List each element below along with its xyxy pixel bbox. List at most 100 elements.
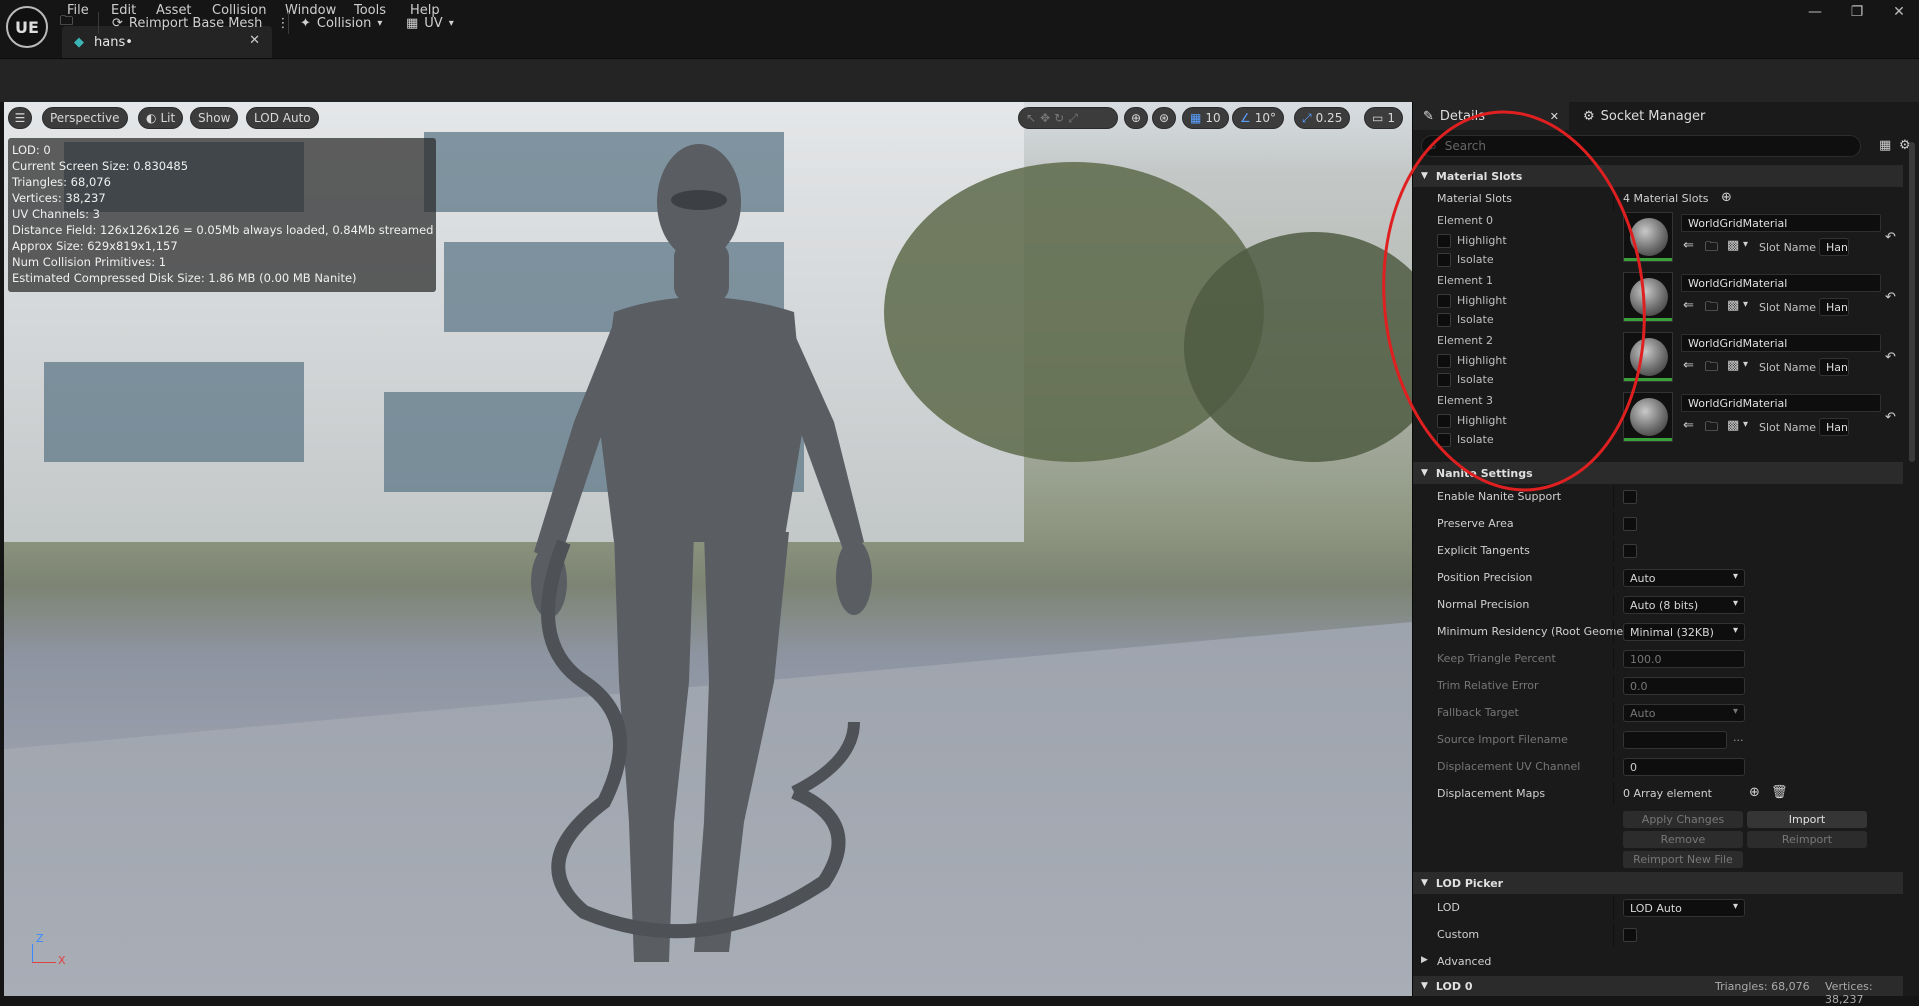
viewport[interactable]: ☰ Perspective ◐ Lit Show LOD Auto ↖ ✥ ↻ ⤢ ⊕ … (4, 102, 1412, 996)
lod-picker-section-header[interactable]: ▼ LOD Picker (1413, 872, 1903, 894)
lod0-section-header[interactable]: ▼ LOD 0 Triangles: 68,076 Vertices: 38,2… (1413, 976, 1903, 1006)
rotate-icon[interactable]: ↻ (1054, 111, 1064, 125)
displacement-uv-input[interactable]: 0 (1623, 758, 1745, 776)
material-thumbnail[interactable] (1623, 272, 1673, 322)
checker-icon[interactable]: ▩ (1727, 358, 1739, 373)
world-local-icon[interactable]: ⊛ (1152, 107, 1176, 129)
tab-details[interactable]: ✎ Details ✕ (1413, 102, 1569, 130)
browse-asset-icon[interactable]: 🗀 (60, 10, 73, 36)
remove-button[interactable]: Remove (1623, 831, 1743, 848)
checker-icon[interactable]: ▩ (1727, 238, 1739, 253)
tab-socket-manager[interactable]: ⚙ Socket Manager (1583, 102, 1705, 130)
fallback-target-row: Fallback Target Auto ▾ (1413, 702, 1903, 724)
min-residency-dropdown[interactable]: Minimal (32KB) ▾ (1623, 623, 1745, 641)
isolate-checkbox[interactable] (1437, 313, 1451, 327)
lod-auto-button[interactable]: LOD Auto (246, 107, 319, 129)
close-tab-icon[interactable]: ✕ (1550, 110, 1559, 123)
lod-dropdown[interactable]: LOD Auto ▾ (1623, 899, 1745, 917)
checker-icon[interactable]: ▩ (1727, 418, 1739, 433)
restore-icon[interactable]: ❐ (1842, 4, 1872, 20)
nanite-settings-section-header[interactable]: ▼ Nanite Settings (1413, 462, 1903, 484)
chevron-down-icon[interactable]: ▾ (1743, 239, 1748, 250)
slot-name-input[interactable]: Hans (1819, 298, 1849, 316)
material-thumbnail[interactable] (1623, 392, 1673, 442)
scale-snap-toggle[interactable]: ⤢ 0.25 (1294, 107, 1351, 129)
keep-triangle-input[interactable]: 100.0 (1623, 650, 1745, 668)
reimport-button[interactable]: Reimport (1747, 831, 1867, 848)
use-selected-icon[interactable]: ⇐ (1683, 298, 1694, 313)
reset-icon[interactable]: ↶ (1885, 410, 1896, 425)
angle-snap-toggle[interactable]: ∠ 10° (1232, 107, 1285, 129)
preserve-area-checkbox[interactable] (1623, 517, 1637, 531)
material-picker[interactable]: WorldGridMaterial (1681, 214, 1881, 232)
isolate-checkbox[interactable] (1437, 253, 1451, 267)
use-selected-icon[interactable]: ⇐ (1683, 358, 1694, 373)
add-element-icon[interactable]: ⊕ (1749, 785, 1760, 800)
close-window-icon[interactable]: ✕ (1884, 4, 1914, 20)
custom-checkbox[interactable] (1623, 928, 1637, 942)
material-slots-section-header[interactable]: ▼ Material Slots (1413, 165, 1903, 187)
highlight-checkbox[interactable] (1437, 354, 1451, 368)
normal-precision-dropdown[interactable]: Auto (8 bits) ▾ (1623, 596, 1745, 614)
use-selected-icon[interactable]: ⇐ (1683, 238, 1694, 253)
slot-name-input[interactable]: Hans (1819, 238, 1849, 256)
material-thumbnail[interactable] (1623, 332, 1673, 382)
table-view-icon[interactable]: ▦ (1879, 138, 1891, 153)
apply-changes-button[interactable]: Apply Changes (1623, 811, 1743, 828)
browse-icon[interactable]: 🗀 (1705, 418, 1718, 440)
reimport-new-file-button[interactable]: Reimport New File (1623, 851, 1743, 868)
search-input[interactable]: ⌕ Search (1421, 135, 1861, 157)
highlight-checkbox[interactable] (1437, 294, 1451, 308)
surface-snap-icon[interactable]: ⊕ (1124, 107, 1148, 129)
explicit-tangents-checkbox[interactable] (1623, 544, 1637, 558)
slot-name-input[interactable]: Hans (1819, 358, 1849, 376)
highlight-checkbox[interactable] (1437, 234, 1451, 248)
grid-snap-toggle[interactable]: ▦ 10 (1182, 107, 1229, 129)
isolate-checkbox[interactable] (1437, 373, 1451, 387)
minimize-icon[interactable]: — (1800, 4, 1830, 20)
select-icon[interactable]: ↖ (1026, 111, 1036, 125)
translate-icon[interactable]: ✥ (1040, 111, 1050, 125)
position-precision-dropdown[interactable]: Auto ▾ (1623, 569, 1745, 587)
camera-speed-button[interactable]: ▭ 1 (1364, 107, 1403, 129)
chevron-down-icon[interactable]: ▾ (1743, 419, 1748, 430)
reset-icon[interactable]: ↶ (1885, 290, 1896, 305)
reset-icon[interactable]: ↶ (1885, 230, 1896, 245)
browse-icon[interactable]: 🗀 (1705, 298, 1718, 320)
scrollbar[interactable] (1909, 142, 1915, 462)
source-import-input[interactable] (1623, 731, 1727, 749)
perspective-button[interactable]: Perspective (42, 107, 128, 129)
collision-dropdown[interactable]: ✦ Collision ▾ (300, 10, 382, 36)
slot-name-input[interactable]: Hans (1819, 418, 1849, 436)
use-selected-icon[interactable]: ⇐ (1683, 418, 1694, 433)
checker-icon[interactable]: ▩ (1727, 298, 1739, 313)
enable-nanite-checkbox[interactable] (1623, 490, 1637, 504)
unreal-logo-icon[interactable]: UE (6, 6, 48, 48)
chevron-down-icon[interactable]: ▾ (1743, 359, 1748, 370)
material-picker[interactable]: WorldGridMaterial (1681, 334, 1881, 352)
show-button[interactable]: Show (190, 107, 239, 129)
import-button[interactable]: Import (1747, 811, 1867, 828)
material-preview-sphere (1630, 338, 1668, 376)
browse-icon[interactable]: 🗀 (1705, 238, 1718, 260)
reset-icon[interactable]: ↶ (1885, 350, 1896, 365)
uv-dropdown[interactable]: ▦ UV ▾ (406, 10, 454, 36)
viewport-menu-icon[interactable]: ☰ (8, 107, 32, 129)
material-picker[interactable]: WorldGridMaterial (1681, 394, 1881, 412)
chevron-down-icon[interactable]: ▾ (1743, 299, 1748, 310)
add-slot-icon[interactable]: ⊕ (1721, 190, 1732, 205)
isolate-checkbox[interactable] (1437, 433, 1451, 447)
browse-icon[interactable]: 🗀 (1705, 358, 1718, 380)
browse-file-button[interactable]: ... (1733, 731, 1744, 744)
fallback-target-dropdown[interactable]: Auto ▾ (1623, 704, 1745, 722)
advanced-row[interactable]: ▶ Advanced (1413, 951, 1903, 973)
reimport-base-mesh-button[interactable]: ⟳ Reimport Base Mesh ⋮ (112, 10, 289, 36)
material-thumbnail[interactable] (1623, 212, 1673, 262)
highlight-checkbox[interactable] (1437, 414, 1451, 428)
delete-icon[interactable]: 🗑 (1771, 785, 1788, 800)
transform-tools[interactable]: ↖ ✥ ↻ ⤢ (1018, 107, 1118, 129)
scale-icon[interactable]: ⤢ (1068, 111, 1078, 126)
trim-error-input[interactable]: 0.0 (1623, 677, 1745, 695)
lit-button[interactable]: ◐ Lit (138, 107, 184, 129)
material-picker[interactable]: WorldGridMaterial (1681, 274, 1881, 292)
